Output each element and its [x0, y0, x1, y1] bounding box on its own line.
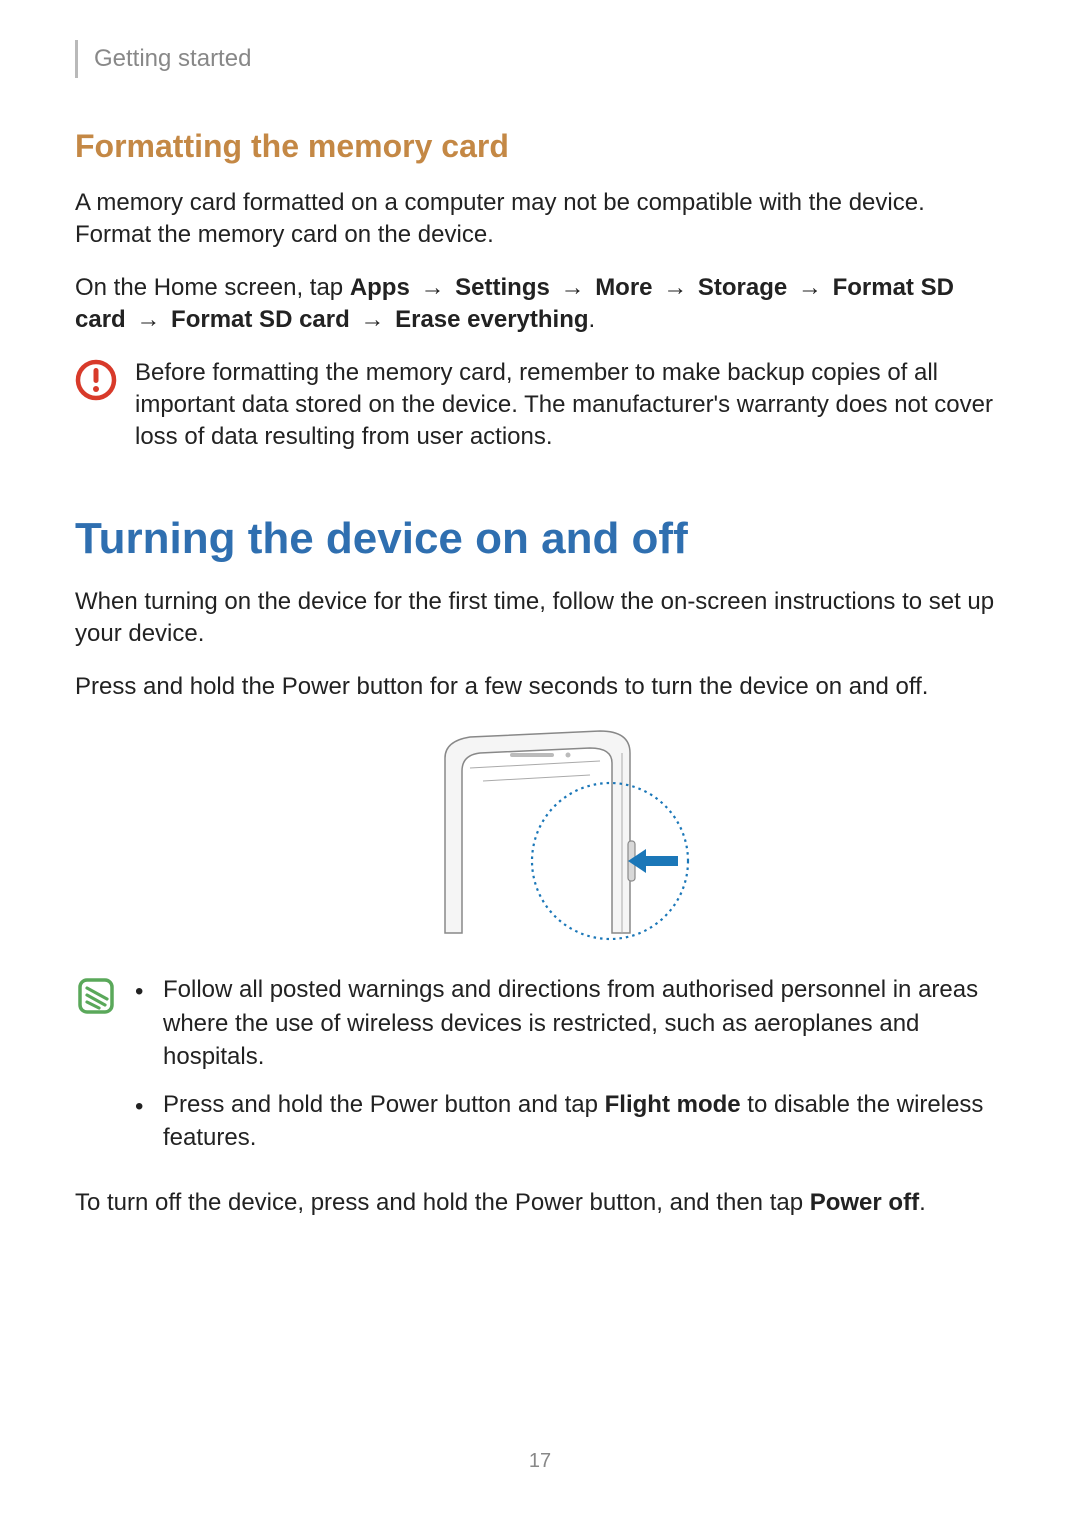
paragraph: To turn off the device, press and hold t… — [75, 1187, 1005, 1219]
arrow-icon: → — [126, 306, 171, 333]
nav-step: Apps — [350, 274, 410, 301]
list-item-text: Follow all posted warnings and direction… — [163, 973, 1005, 1074]
nav-step: Erase everything — [395, 306, 588, 333]
header-rule — [75, 40, 78, 78]
device-figure — [75, 723, 1005, 943]
section-name: Getting started — [94, 45, 251, 73]
arrow-icon: → — [410, 274, 455, 301]
nav-step: Settings — [455, 274, 550, 301]
nav-step: Format SD card — [171, 306, 350, 333]
paragraph: When turning on the device for the first… — [75, 586, 1005, 651]
list-item: •Follow all posted warnings and directio… — [135, 973, 1005, 1074]
nav-path-paragraph: On the Home screen, tap Apps → Settings … — [75, 272, 1005, 337]
warning-block: Before formatting the memory card, remem… — [75, 357, 1005, 454]
running-header: Getting started — [75, 40, 1005, 78]
arrow-icon: → — [350, 306, 395, 333]
bullet-icon: • — [135, 973, 163, 1074]
note-icon — [75, 975, 117, 1022]
nav-step: Storage — [698, 274, 787, 301]
paragraph: Press and hold the Power button for a fe… — [75, 671, 1005, 703]
bullet-icon: • — [135, 1088, 163, 1155]
heading-turning-device: Turning the device on and off — [75, 514, 1005, 564]
list-item: •Press and hold the Power button and tap… — [135, 1088, 1005, 1155]
arrow-icon: → — [653, 274, 698, 301]
arrow-icon: → — [787, 274, 832, 301]
note-list: •Follow all posted warnings and directio… — [135, 973, 1005, 1169]
warning-text: Before formatting the memory card, remem… — [135, 357, 1005, 454]
paragraph: A memory card formatted on a computer ma… — [75, 187, 1005, 252]
arrow-icon: → — [550, 274, 595, 301]
nav-step: More — [595, 274, 652, 301]
subheading-formatting: Formatting the memory card — [75, 128, 1005, 165]
caution-icon — [75, 359, 117, 406]
note-block: •Follow all posted warnings and directio… — [75, 973, 1005, 1169]
page-number: 17 — [0, 1450, 1080, 1473]
list-item-text: Press and hold the Power button and tap … — [163, 1088, 1005, 1155]
